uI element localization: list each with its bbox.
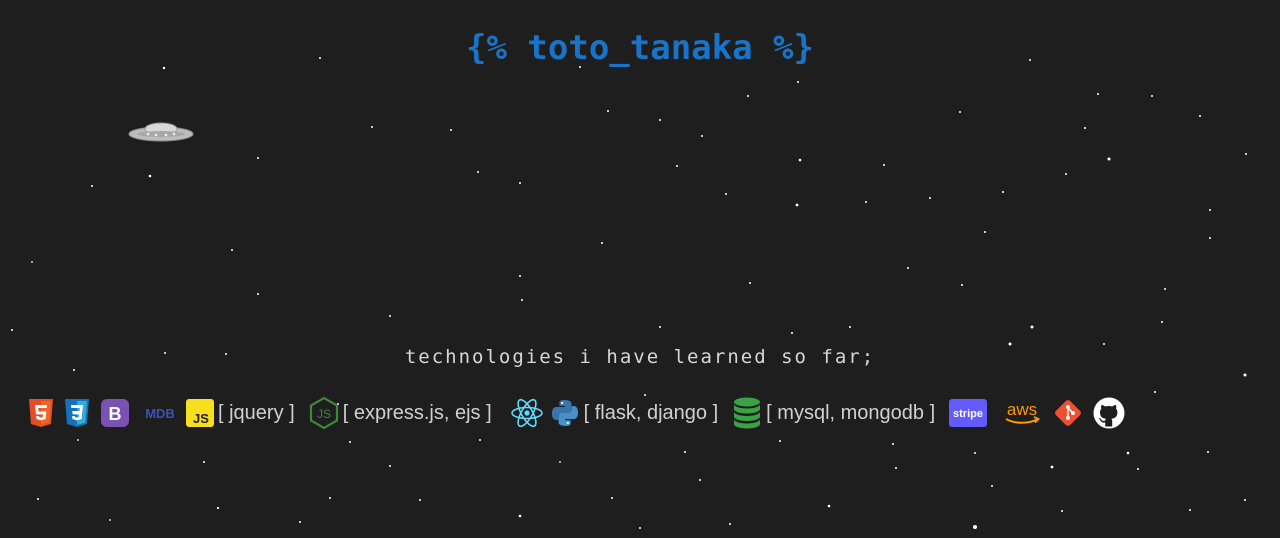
svg-text:JS: JS bbox=[193, 411, 209, 426]
stripe-icon: stripe bbox=[949, 399, 988, 427]
python-icon bbox=[550, 398, 580, 428]
technologies-list: B MDB JS [ jquery ] JS [ express.js, ejs… bbox=[28, 396, 1125, 430]
ufo-icon bbox=[128, 122, 194, 142]
svg-text:MDB: MDB bbox=[145, 406, 175, 421]
mdb-icon: MDB bbox=[140, 398, 180, 428]
database-label: [ mysql, mongodb ] bbox=[766, 401, 936, 424]
svg-text:aws: aws bbox=[1007, 400, 1037, 419]
css3-icon bbox=[64, 398, 90, 428]
jquery-label: [ jquery ] bbox=[218, 401, 295, 424]
technologies-heading: technologies i have learned so far; bbox=[404, 346, 876, 368]
react-icon bbox=[510, 398, 544, 428]
nodejs-label: [ express.js, ejs ] bbox=[342, 401, 492, 424]
aws-icon: aws bbox=[1001, 398, 1043, 428]
svg-text:JS: JS bbox=[317, 407, 331, 421]
github-icon bbox=[1093, 397, 1125, 429]
nodejs-icon: JS bbox=[309, 397, 339, 429]
svg-text:B: B bbox=[109, 404, 122, 424]
javascript-icon: JS bbox=[186, 399, 214, 427]
bootstrap-icon: B bbox=[100, 398, 130, 428]
page: {% toto_tanaka %} technologies i have le… bbox=[0, 0, 1280, 538]
python-label: [ flask, django ] bbox=[583, 401, 719, 424]
page-title: {% toto_tanaka %} bbox=[466, 28, 814, 68]
database-icon bbox=[732, 397, 762, 429]
git-icon bbox=[1053, 398, 1083, 428]
svg-text:stripe: stripe bbox=[953, 408, 983, 420]
starfield-background bbox=[11, 57, 1247, 529]
html5-icon bbox=[28, 398, 54, 428]
